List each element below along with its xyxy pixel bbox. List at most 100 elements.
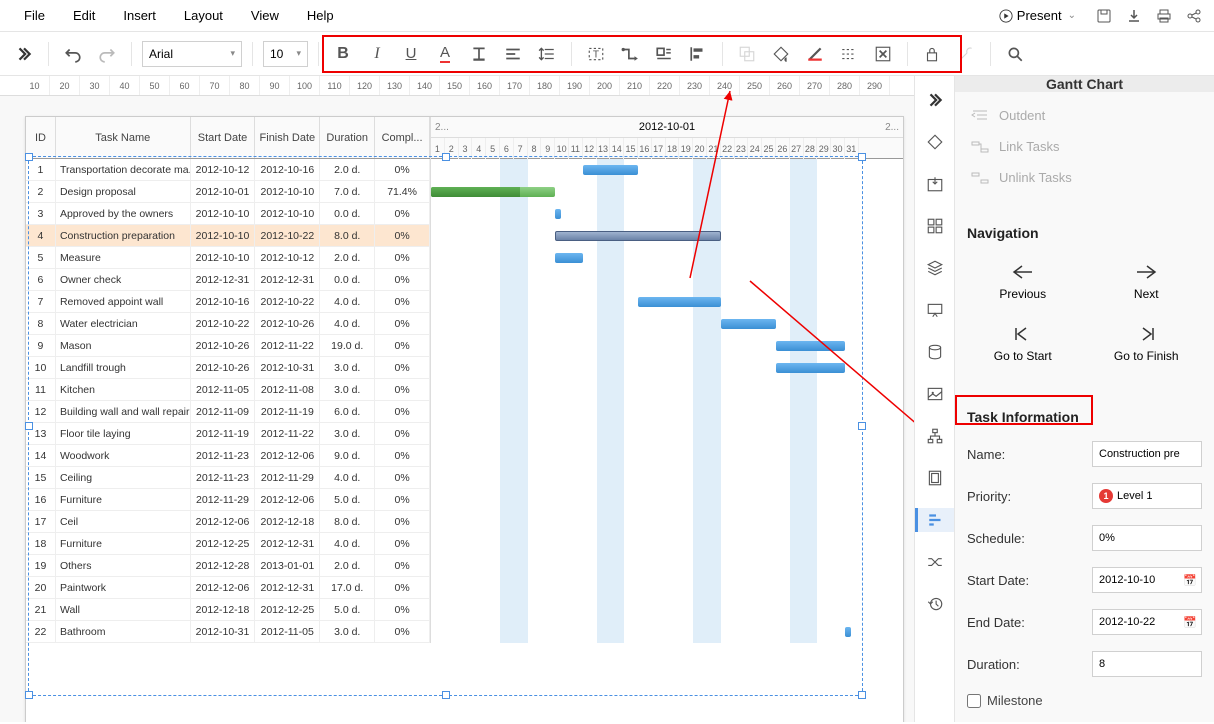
- table-row[interactable]: 12Building wall and wall repair2012-11-0…: [26, 401, 430, 423]
- rail-gantt-icon[interactable]: [915, 508, 955, 532]
- font-color-button[interactable]: A: [431, 40, 459, 68]
- table-row[interactable]: 2Design proposal2012-10-012012-10-107.0 …: [26, 181, 430, 203]
- gantt-bar[interactable]: [845, 627, 851, 637]
- table-row[interactable]: 20Paintwork2012-12-062012-12-3117.0 d.0%: [26, 577, 430, 599]
- table-row[interactable]: 16Furniture2012-11-292012-12-065.0 d.0%: [26, 489, 430, 511]
- gantt-bar[interactable]: [776, 341, 845, 351]
- bold-button[interactable]: B: [329, 40, 357, 68]
- rail-grid-icon[interactable]: [923, 214, 947, 238]
- undo-button[interactable]: [59, 40, 87, 68]
- nav-gofinish-button[interactable]: Go to Finish: [1091, 319, 1203, 369]
- text-box-button[interactable]: T: [582, 40, 610, 68]
- unlink-tasks-action[interactable]: Unlink Tasks: [967, 162, 1202, 193]
- table-row[interactable]: 4Construction preparation2012-10-102012-…: [26, 225, 430, 247]
- table-row[interactable]: 9Mason2012-10-262012-11-2219.0 d.0%: [26, 335, 430, 357]
- rail-shuffle-icon[interactable]: [923, 550, 947, 574]
- table-row[interactable]: 6Owner check2012-12-312012-12-310.0 d.0%: [26, 269, 430, 291]
- column-header[interactable]: Duration: [320, 117, 375, 158]
- table-row[interactable]: 8Water electrician2012-10-222012-10-264.…: [26, 313, 430, 335]
- nav-next-button[interactable]: Next: [1091, 257, 1203, 307]
- schedule-field[interactable]: 0%: [1092, 525, 1202, 551]
- line-spacing-button[interactable]: [533, 40, 561, 68]
- stroke-button[interactable]: [801, 40, 829, 68]
- table-row[interactable]: 14Woodwork2012-11-232012-12-069.0 d.0%: [26, 445, 430, 467]
- rail-page-icon[interactable]: [923, 466, 947, 490]
- table-row[interactable]: 15Ceiling2012-11-232012-11-294.0 d.0%: [26, 467, 430, 489]
- priority-field[interactable]: 1Level 1: [1092, 483, 1202, 509]
- gantt-bar[interactable]: [638, 297, 721, 307]
- column-header[interactable]: ID: [26, 117, 56, 158]
- group-button[interactable]: [733, 40, 761, 68]
- align-button[interactable]: [499, 40, 527, 68]
- gantt-bar[interactable]: [431, 187, 555, 197]
- table-row[interactable]: 7Removed appoint wall2012-10-162012-10-2…: [26, 291, 430, 313]
- calendar-icon[interactable]: 📅: [1183, 574, 1197, 587]
- print-icon[interactable]: [1154, 6, 1174, 26]
- rail-image-icon[interactable]: [923, 382, 947, 406]
- startdate-field[interactable]: 2012-10-10📅: [1092, 567, 1202, 593]
- lock-button[interactable]: [918, 40, 946, 68]
- table-row[interactable]: 11Kitchen2012-11-052012-11-083.0 d.0%: [26, 379, 430, 401]
- gantt-bar[interactable]: [555, 209, 561, 219]
- menu-view[interactable]: View: [237, 2, 293, 29]
- download-icon[interactable]: [1124, 6, 1144, 26]
- table-row[interactable]: 1Transportation decorate ma...2012-10-12…: [26, 159, 430, 181]
- table-row[interactable]: 21Wall2012-12-182012-12-255.0 d.0%: [26, 599, 430, 621]
- duration-field[interactable]: 8: [1092, 651, 1202, 677]
- redo-button[interactable]: [93, 40, 121, 68]
- save-icon[interactable]: [1094, 6, 1114, 26]
- gantt-bar[interactable]: [555, 231, 721, 241]
- share-icon[interactable]: [1184, 6, 1204, 26]
- gantt-bar[interactable]: [555, 253, 583, 263]
- column-header[interactable]: Task Name: [56, 117, 191, 158]
- menu-help[interactable]: Help: [293, 2, 348, 29]
- rail-fill-icon[interactable]: [923, 130, 947, 154]
- gantt-bar[interactable]: [776, 363, 845, 373]
- gantt-bar[interactable]: [583, 165, 638, 175]
- table-row[interactable]: 18Furniture2012-12-252012-12-314.0 d.0%: [26, 533, 430, 555]
- column-header[interactable]: Compl...: [375, 117, 430, 158]
- calendar-icon[interactable]: 📅: [1183, 616, 1197, 629]
- clear-format-button[interactable]: [869, 40, 897, 68]
- enddate-field[interactable]: 2012-10-22📅: [1092, 609, 1202, 635]
- nav-gostart-button[interactable]: Go to Start: [967, 319, 1079, 369]
- link-tasks-action[interactable]: Link Tasks: [967, 131, 1202, 162]
- table-row[interactable]: 22Bathroom2012-10-312012-11-053.0 d.0%: [26, 621, 430, 643]
- tools-button[interactable]: [952, 40, 980, 68]
- font-family-select[interactable]: Arial▾: [142, 41, 242, 67]
- table-row[interactable]: 5Measure2012-10-102012-10-122.0 d.0%: [26, 247, 430, 269]
- rail-layers-icon[interactable]: [923, 256, 947, 280]
- name-field[interactable]: Construction pre: [1092, 441, 1202, 467]
- italic-button[interactable]: I: [363, 40, 391, 68]
- rail-database-icon[interactable]: [923, 340, 947, 364]
- rail-orgchart-icon[interactable]: [923, 424, 947, 448]
- image-position-button[interactable]: [650, 40, 678, 68]
- rail-expand-icon[interactable]: [923, 88, 947, 112]
- align-objects-button[interactable]: [684, 40, 712, 68]
- menu-edit[interactable]: Edit: [59, 2, 109, 29]
- underline-button[interactable]: U: [397, 40, 425, 68]
- outdent-action[interactable]: Outdent: [967, 100, 1202, 131]
- gantt-chart[interactable]: IDTask NameStart DateFinish DateDuration…: [25, 116, 904, 722]
- rail-presentation-icon[interactable]: [923, 298, 947, 322]
- nav-previous-button[interactable]: Previous: [967, 257, 1079, 307]
- menu-layout[interactable]: Layout: [170, 2, 237, 29]
- font-size-select[interactable]: 10▾: [263, 41, 308, 67]
- gantt-bar[interactable]: [721, 319, 776, 329]
- line-style-button[interactable]: [835, 40, 863, 68]
- table-row[interactable]: 13Floor tile laying2012-11-192012-11-223…: [26, 423, 430, 445]
- highlight-button[interactable]: [465, 40, 493, 68]
- rail-history-icon[interactable]: [923, 592, 947, 616]
- fill-button[interactable]: [767, 40, 795, 68]
- menu-file[interactable]: File: [10, 2, 59, 29]
- canvas-area[interactable]: 1020304050607080901001101201301401501601…: [0, 76, 914, 722]
- milestone-checkbox[interactable]: [967, 694, 981, 708]
- expand-toolbar-icon[interactable]: [10, 40, 38, 68]
- table-row[interactable]: 19Others2012-12-282013-01-012.0 d.0%: [26, 555, 430, 577]
- table-row[interactable]: 10Landfill trough2012-10-262012-10-313.0…: [26, 357, 430, 379]
- connector-button[interactable]: [616, 40, 644, 68]
- table-row[interactable]: 3Approved by the owners2012-10-102012-10…: [26, 203, 430, 225]
- table-row[interactable]: 17Ceil2012-12-062012-12-188.0 d.0%: [26, 511, 430, 533]
- column-header[interactable]: Finish Date: [255, 117, 320, 158]
- present-button[interactable]: Present ⌄: [991, 4, 1084, 27]
